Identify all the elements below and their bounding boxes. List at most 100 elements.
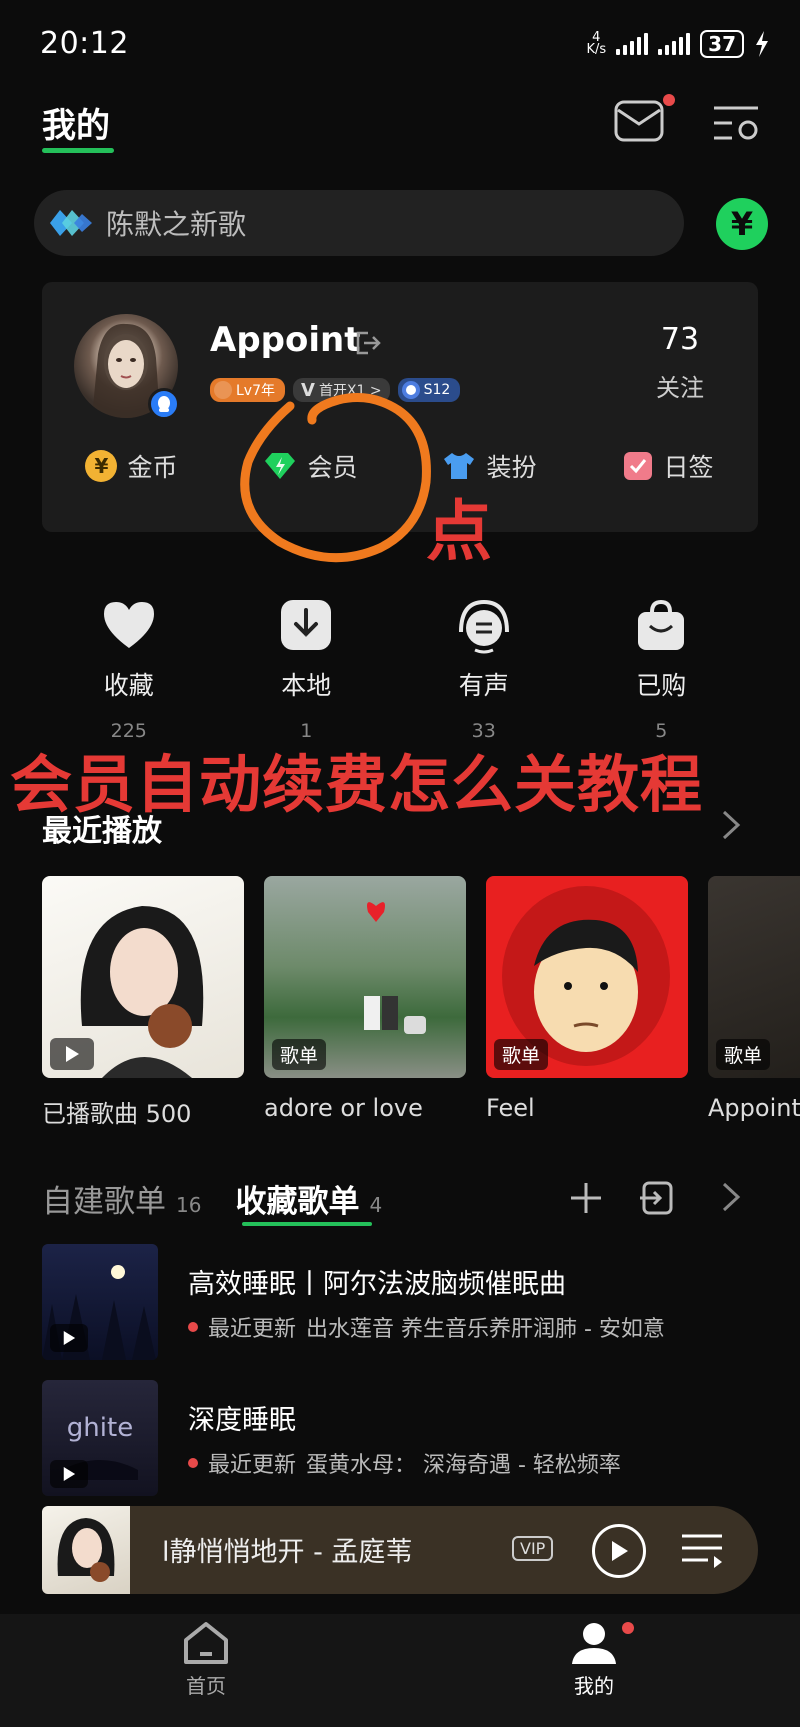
download-icon — [281, 600, 332, 650]
tab-created-playlists[interactable]: 自建歌单 — [42, 1176, 166, 1221]
chevron-right-icon[interactable] — [720, 1180, 742, 1214]
status-time: 20:12 — [40, 26, 129, 61]
play-icon[interactable] — [50, 1460, 88, 1488]
status-icons: 4 K/s 37 — [586, 30, 770, 58]
nav-home[interactable]: 首页 — [178, 1620, 234, 1699]
quick-actions: 收藏 225 本地 1 有声 33 已购 5 — [40, 596, 750, 742]
tab-mine[interactable]: 我的 — [42, 98, 110, 147]
signal-icon-2 — [658, 33, 691, 55]
tab-collected-playlists[interactable]: 收藏歌单 — [235, 1176, 359, 1221]
vip-chip: VIP — [512, 1536, 554, 1561]
playlist-update-text: 蛋黄水母： 深海奇遇 - 轻松频率 — [306, 1452, 621, 1478]
search-placeholder: 陈默之新歌 — [106, 208, 247, 241]
heart-icon — [103, 602, 154, 648]
home-icon — [184, 1622, 228, 1664]
svg-text:ghite: ghite — [67, 1413, 133, 1443]
recent-item-name: adore or love — [264, 1094, 423, 1122]
charging-icon — [756, 31, 768, 57]
recent-cover: 歌单 — [708, 876, 800, 1078]
action-dressup-label: 装扮 — [486, 453, 537, 482]
tab-collected-count: 4 — [369, 1193, 383, 1217]
recent-list: 已播歌曲 500 歌单 adore or love 歌单 Feel 歌单 App… — [42, 876, 800, 1129]
signal-icon — [616, 33, 649, 55]
net-speed-unit: K/s — [586, 42, 607, 57]
recent-item-name: Feel — [486, 1094, 535, 1122]
quick-local[interactable]: 本地 1 — [218, 596, 396, 742]
album-portrait-icon — [57, 1518, 115, 1582]
play-icon[interactable] — [50, 1324, 88, 1352]
tab-mine-underline — [42, 148, 114, 153]
bottom-nav — [0, 1614, 800, 1727]
play-icon — [612, 1541, 628, 1561]
update-dot — [188, 1321, 198, 1332]
recent-item[interactable]: 已播歌曲 500 — [42, 876, 244, 1129]
add-playlist-icon[interactable] — [568, 1180, 604, 1216]
recent-tag: 歌单 — [272, 1039, 327, 1070]
action-coins-label: 金币 — [127, 453, 178, 482]
quick-favorites-label: 收藏 — [103, 671, 154, 700]
coin-icon: ¥ — [85, 450, 118, 482]
menu-settings-icon[interactable] — [712, 104, 760, 142]
recent-tag: 歌单 — [716, 1039, 771, 1070]
recent-item-name: 已播歌曲 500 — [42, 1100, 192, 1128]
playlist-tabs: 自建歌单 16 收藏歌单 4 — [42, 1176, 406, 1221]
nav-mine-label: 我的 — [574, 1674, 614, 1698]
playlist-cover: ghite — [42, 1380, 158, 1496]
audio-icon — [458, 599, 509, 654]
mail-notification-dot — [663, 94, 675, 106]
play-button[interactable] — [592, 1524, 646, 1578]
search-bar[interactable]: 陈默之新歌 — [34, 190, 684, 256]
recent-section-title: 最近播放 — [42, 814, 162, 849]
follow-count[interactable]: 73 — [640, 322, 720, 357]
quick-favorites[interactable]: 收藏 225 — [40, 596, 218, 742]
nav-home-label: 首页 — [186, 1674, 226, 1698]
playlist-update-label: 最近更新 — [208, 1452, 297, 1478]
tab-collected-underline — [242, 1222, 372, 1226]
quick-audio-label: 有声 — [458, 671, 509, 700]
quick-purchased[interactable]: 已购 5 — [573, 596, 751, 742]
mail-icon[interactable] — [614, 100, 664, 142]
bag-icon — [638, 599, 685, 650]
nav-mine[interactable]: 我的 — [566, 1620, 622, 1699]
switch-account-icon[interactable] — [354, 330, 382, 356]
tshirt-icon — [444, 453, 475, 479]
nav-mine-notification-dot — [622, 1622, 634, 1634]
recent-item-name: Appoint — [708, 1094, 800, 1122]
quick-audio[interactable]: 有声 33 — [395, 596, 573, 742]
mini-player-cover[interactable] — [42, 1506, 130, 1594]
action-checkin[interactable]: 日签 — [579, 448, 758, 484]
playlist-update: 最近更新 出水莲音 养生音乐养肝润肺 - 安如意 — [188, 1311, 665, 1343]
follow-label[interactable]: 关注 — [640, 368, 720, 403]
playlist-name: 深度睡眠 — [188, 1404, 296, 1436]
import-playlist-icon[interactable] — [638, 1180, 674, 1216]
action-coins[interactable]: ¥ 金币 — [42, 448, 221, 484]
recent-cover — [42, 876, 244, 1078]
checkbox-icon — [624, 452, 653, 480]
yuan-button[interactable]: ¥ — [716, 198, 768, 250]
username[interactable]: Appoint — [210, 320, 360, 360]
recent-cover: 歌单 — [486, 876, 688, 1078]
quick-local-label: 本地 — [281, 671, 332, 700]
music-app-logo-icon — [50, 210, 92, 236]
chevron-right-icon[interactable] — [720, 808, 742, 842]
recent-item[interactable]: 歌单 adore or love — [264, 876, 466, 1129]
mini-player-title: l静悄悄地开 - 孟庭苇 — [162, 1537, 413, 1568]
playlist-cover — [42, 1244, 158, 1360]
quick-purchased-label: 已购 — [636, 671, 687, 700]
action-checkin-label: 日签 — [663, 453, 714, 482]
tab-created-count: 16 — [176, 1193, 202, 1217]
playlist-item[interactable]: ghite 深度睡眠 最近更新 蛋黄水母： 深海奇遇 - 轻松频率 — [42, 1380, 762, 1496]
play-icon[interactable] — [50, 1038, 94, 1070]
update-dot — [188, 1457, 198, 1468]
net-speed: 4 K/s — [586, 31, 607, 57]
playlist-update-label: 最近更新 — [208, 1316, 297, 1342]
user-icon — [572, 1623, 616, 1664]
playlist-update-text: 出水莲音 养生音乐养肝润肺 - 安如意 — [306, 1316, 665, 1342]
battery-indicator: 37 — [700, 30, 744, 58]
playlist-queue-icon[interactable] — [680, 1530, 724, 1570]
playlist-update: 最近更新 蛋黄水母： 深海奇遇 - 轻松频率 — [188, 1447, 621, 1479]
recent-item[interactable]: 歌单 Feel — [486, 876, 688, 1129]
recent-item[interactable]: 歌单 Appoint — [708, 876, 800, 1129]
playlist-item[interactable]: 高效睡眠丨阿尔法波脑频催眠曲 最近更新 出水莲音 养生音乐养肝润肺 - 安如意 — [42, 1244, 762, 1360]
annotation-scribble-circle — [240, 393, 431, 563]
